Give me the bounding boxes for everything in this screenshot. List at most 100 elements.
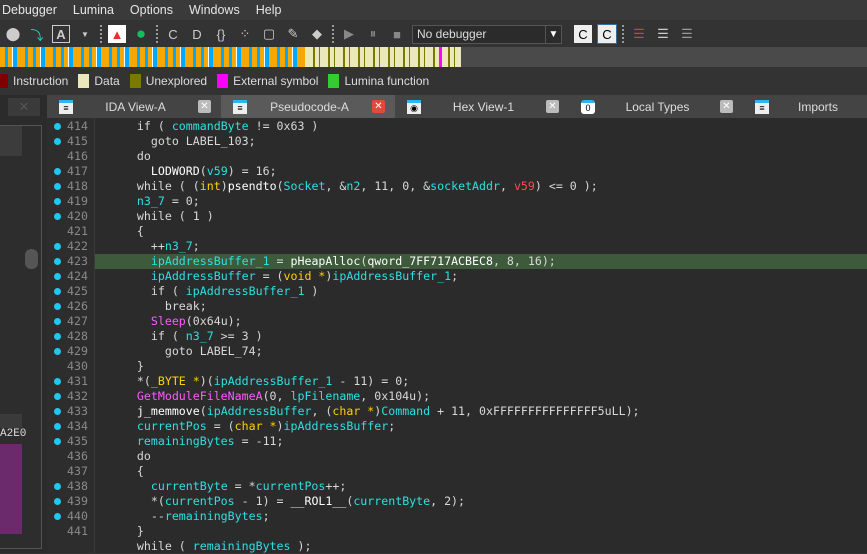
- code-line[interactable]: }: [95, 524, 867, 539]
- code-line[interactable]: ++n3_7;: [95, 239, 867, 254]
- code-line[interactable]: *(_BYTE *)(ipAddressBuffer_1 - 11) = 0;: [95, 374, 867, 389]
- pause-icon[interactable]: ⏸: [364, 25, 382, 43]
- red-triangle-icon[interactable]: ▲: [108, 25, 126, 43]
- breakpoint-dot-icon[interactable]: [54, 303, 61, 310]
- code-line[interactable]: ipAddressBuffer = (void *)ipAddressBuffe…: [95, 269, 867, 284]
- code-line[interactable]: *(currentPos - 1) = __ROL1__(currentByte…: [95, 494, 867, 509]
- diamond-icon[interactable]: ◆: [308, 25, 326, 43]
- tab-label: IDA View-A: [105, 99, 166, 114]
- code-line[interactable]: LODWORD(v59) = 16;: [95, 164, 867, 179]
- rename-icon[interactable]: ✎: [284, 25, 302, 43]
- code-line[interactable]: currentPos = (char *)ipAddressBuffer;: [95, 419, 867, 434]
- debugger-select[interactable]: No debugger ▼: [412, 24, 562, 44]
- play-icon[interactable]: ▶: [340, 25, 358, 43]
- pseudocode-editor[interactable]: 414 415 416 417 418 419 420 421 422 423 424 425 426 4…: [47, 118, 867, 553]
- close-icon[interactable]: ✕: [198, 100, 211, 113]
- line-number: 419: [47, 194, 95, 209]
- code-line[interactable]: {: [95, 464, 867, 479]
- breakpoint-dot-icon[interactable]: [54, 243, 61, 250]
- line-number: 433: [47, 404, 95, 419]
- code-line[interactable]: do: [95, 449, 867, 464]
- breakpoint-dot-icon[interactable]: [54, 288, 61, 295]
- struct-icon[interactable]: {}: [212, 25, 230, 43]
- code-line[interactable]: {: [95, 224, 867, 239]
- code-line[interactable]: if ( ipAddressBuffer_1 ): [95, 284, 867, 299]
- array-icon[interactable]: ⁘: [236, 25, 254, 43]
- code-line[interactable]: while ( (int)psendto(Socket, &n2, 11, 0,…: [95, 179, 867, 194]
- breakpoint-dot-icon[interactable]: [54, 513, 61, 520]
- breakpoint-list-icon[interactable]: ☰: [630, 25, 648, 43]
- breakpoint-dot-icon[interactable]: [54, 408, 61, 415]
- decompile-go-icon[interactable]: C: [597, 24, 617, 44]
- code-area[interactable]: if ( commandByte != 0x63 ) goto LABEL_10…: [95, 118, 867, 553]
- breakpoint-dot-icon[interactable]: [54, 348, 61, 355]
- breakpoint-dot-icon[interactable]: [54, 213, 61, 220]
- code-line[interactable]: remainingBytes = -11;: [95, 434, 867, 449]
- breakpoint-dot-icon[interactable]: [54, 483, 61, 490]
- code-line[interactable]: }: [95, 359, 867, 374]
- code-line[interactable]: if ( n3_7 >= 3 ): [95, 329, 867, 344]
- code-line[interactable]: if ( commandByte != 0x63 ): [95, 119, 867, 134]
- breakpoint-dot-icon[interactable]: [54, 438, 61, 445]
- close-icon[interactable]: ✕: [8, 98, 40, 116]
- add-breakpoint-icon[interactable]: ☰: [654, 25, 672, 43]
- menu-windows[interactable]: Windows: [181, 3, 248, 17]
- menu-lumina[interactable]: Lumina: [65, 3, 122, 17]
- code-line[interactable]: Sleep(0x64u);: [95, 314, 867, 329]
- breakpoint-dot-icon[interactable]: [54, 378, 61, 385]
- chevron-down-icon[interactable]: ▼: [545, 25, 561, 43]
- remove-breakpoint-icon[interactable]: ☰: [678, 25, 696, 43]
- close-icon[interactable]: ✕: [546, 100, 559, 113]
- code-line[interactable]: goto LABEL_103;: [95, 134, 867, 149]
- tab-ida-view-a[interactable]: ≡ IDA View-A ✕: [47, 95, 221, 118]
- breakpoint-dot-icon[interactable]: [54, 318, 61, 325]
- menu-options[interactable]: Options: [122, 3, 181, 17]
- menu-debugger[interactable]: Debugger: [0, 3, 65, 17]
- breakpoint-dot-icon[interactable]: [54, 138, 61, 145]
- breakpoint-dot-icon[interactable]: [54, 333, 61, 340]
- tab-pseudocode-a[interactable]: ≡ Pseudocode-A ✕: [221, 95, 395, 118]
- tab-local-types[interactable]: 0 Local Types ✕: [569, 95, 743, 118]
- breakpoint-dot-icon[interactable]: [54, 393, 61, 400]
- breakpoint-dot-icon[interactable]: [54, 498, 61, 505]
- code-line[interactable]: do: [95, 149, 867, 164]
- close-icon[interactable]: ✕: [372, 100, 385, 113]
- breakpoint-dot-icon[interactable]: [54, 123, 61, 130]
- menu-help[interactable]: Help: [248, 3, 290, 17]
- code-line[interactable]: goto LABEL_74;: [95, 344, 867, 359]
- undefine-icon[interactable]: ▢: [260, 25, 278, 43]
- dropdown-icon[interactable]: ▼: [76, 25, 94, 43]
- code-line[interactable]: break;: [95, 299, 867, 314]
- breakpoint-dot-icon[interactable]: [54, 273, 61, 280]
- tab-hex-view-1[interactable]: ◉ Hex View-1 ✕: [395, 95, 569, 118]
- code-line[interactable]: while ( remainingBytes );: [95, 539, 867, 553]
- close-icon[interactable]: ✕: [720, 100, 733, 113]
- code-line[interactable]: while ( 1 ): [95, 209, 867, 224]
- tab-imports[interactable]: ≡ Imports: [743, 95, 867, 118]
- code-token: do: [109, 149, 151, 163]
- save-icon[interactable]: ⬤: [4, 25, 22, 43]
- code-token: }: [109, 359, 144, 373]
- breakpoint-dot-icon[interactable]: [54, 258, 61, 265]
- navigation-band[interactable]: [0, 47, 867, 67]
- code-line[interactable]: n3_7 = 0;: [95, 194, 867, 209]
- line-number: 423: [47, 254, 95, 269]
- breakpoint-dot-icon[interactable]: [54, 183, 61, 190]
- breakpoint-dot-icon[interactable]: [54, 168, 61, 175]
- code-line[interactable]: currentByte = *currentPos++;: [95, 479, 867, 494]
- scrollbar-thumb[interactable]: [25, 249, 38, 269]
- green-circle-icon[interactable]: ●: [132, 24, 150, 43]
- code-line[interactable]: --remainingBytes;: [95, 509, 867, 524]
- text-view-icon[interactable]: A: [52, 25, 70, 43]
- code-line[interactable]: j_memmove(ipAddressBuffer, (char *)Comma…: [95, 404, 867, 419]
- decompile-icon[interactable]: C: [574, 25, 592, 43]
- code-line[interactable]: GetModuleFileNameA(0, lpFilename, 0x104u…: [95, 389, 867, 404]
- breakpoint-dot-icon[interactable]: [54, 423, 61, 430]
- data-icon[interactable]: D: [188, 25, 206, 43]
- line-number: 431: [47, 374, 95, 389]
- breakpoint-dot-icon[interactable]: [54, 198, 61, 205]
- jump-icon[interactable]: ⤵: [28, 25, 46, 43]
- code-line[interactable]: ipAddressBuffer_1 = pHeapAlloc(qword_7FF…: [95, 254, 867, 269]
- code-icon[interactable]: C: [164, 25, 182, 43]
- stop-icon[interactable]: ■: [388, 25, 406, 43]
